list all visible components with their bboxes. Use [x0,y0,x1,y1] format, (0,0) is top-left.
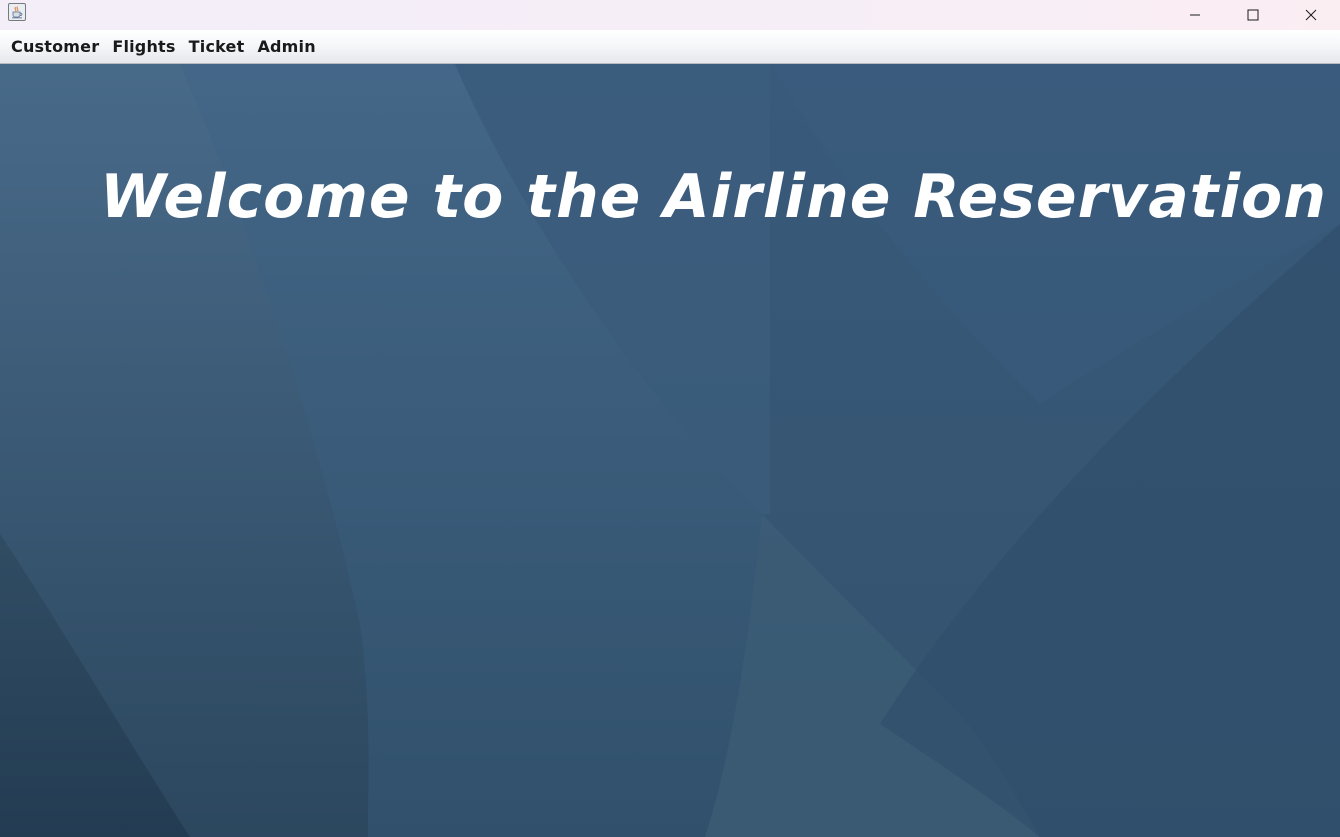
menu-flights[interactable]: Flights [106,33,181,60]
maximize-icon [1247,9,1259,21]
minimize-button[interactable] [1166,0,1224,30]
welcome-heading: Welcome to the Airline Reservation [100,162,1327,232]
menu-customer[interactable]: Customer [5,33,105,60]
title-bar[interactable] [0,0,1340,30]
main-content-panel: Welcome to the Airline Reservation [0,64,1340,837]
close-button[interactable] [1282,0,1340,30]
maximize-button[interactable] [1224,0,1282,30]
menu-bar: Customer Flights Ticket Admin [0,30,1340,64]
java-coffee-cup-icon[interactable] [8,3,26,21]
menu-admin[interactable]: Admin [251,33,321,60]
app-window: Customer Flights Ticket Admin Welcome to… [0,0,1340,837]
minimize-icon [1190,14,1200,16]
close-icon [1305,9,1317,21]
menu-ticket[interactable]: Ticket [183,33,251,60]
